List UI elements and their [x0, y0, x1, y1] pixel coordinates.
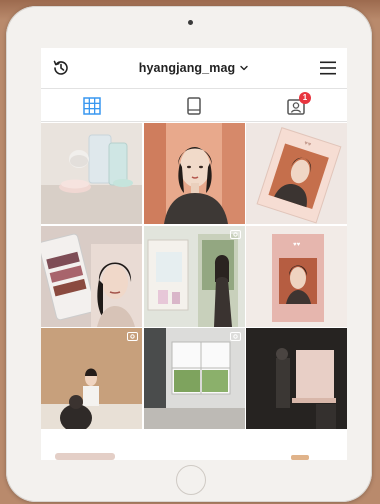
hamburger-menu-icon[interactable]: [319, 60, 337, 76]
chevron-down-icon[interactable]: [239, 63, 249, 73]
svg-text:♥♥: ♥♥: [293, 242, 301, 248]
post-tile-9[interactable]: [246, 328, 347, 429]
post-tile-8[interactable]: [143, 328, 245, 429]
home-button[interactable]: [176, 465, 206, 495]
profile-tabs: 1: [41, 88, 347, 122]
next-row-preview: [41, 431, 347, 460]
post-tile-5[interactable]: [143, 225, 245, 327]
post-grid: ♥♥ ♥♥: [41, 123, 347, 429]
app-screen: hyangjang_mag 1 ♥♥ ♥♥: [41, 48, 347, 460]
grid-icon[interactable]: [81, 95, 103, 117]
post-tile-7[interactable]: [41, 328, 142, 429]
video-icon: [229, 332, 241, 341]
post-tile-3[interactable]: ♥♥: [246, 123, 347, 224]
igtv-icon[interactable]: [183, 95, 205, 117]
profile-header: hyangjang_mag: [41, 48, 347, 88]
notification-badge: 1: [299, 92, 311, 104]
video-icon: [127, 332, 138, 341]
video-icon: [229, 229, 241, 239]
post-tile-1[interactable]: [41, 123, 142, 224]
post-tile-4[interactable]: [41, 225, 142, 327]
post-tile-6[interactable]: ♥♥: [246, 225, 347, 327]
post-tile-2[interactable]: [143, 123, 245, 224]
profile-username[interactable]: hyangjang_mag: [139, 61, 235, 75]
camera-icon: [188, 20, 193, 25]
